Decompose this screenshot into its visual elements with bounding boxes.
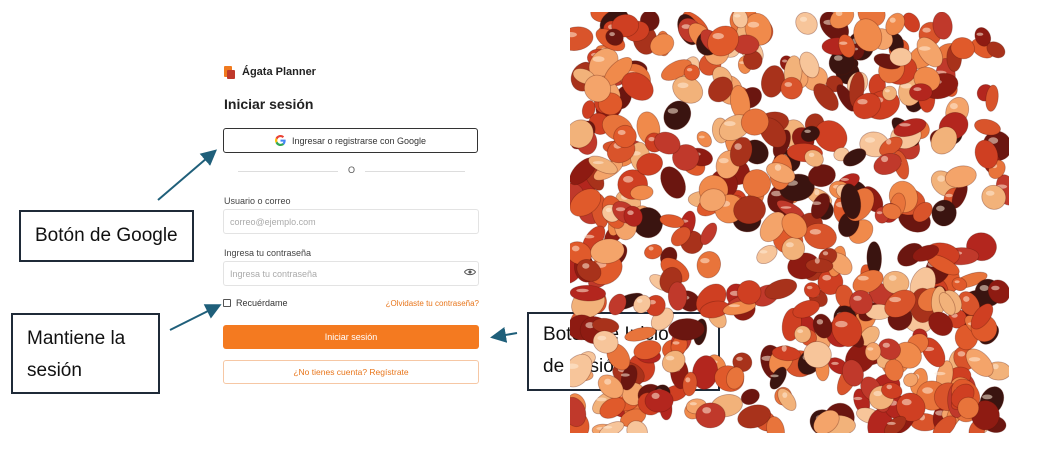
forgot-password-link[interactable]: ¿Olvidaste tu contraseña? <box>386 299 479 308</box>
password-label: Ingresa tu contraseña <box>224 248 312 258</box>
arrow-remember <box>169 304 222 331</box>
agata-logo-icon <box>224 65 235 79</box>
login-button[interactable]: Iniciar sesión <box>223 325 479 349</box>
callout-remember-line2: sesión <box>27 360 82 381</box>
brand: Ágata Planner <box>224 64 316 80</box>
remember-label: Recuérdame <box>236 298 288 308</box>
callout-remember-line1: Mantiene la <box>27 328 126 349</box>
page-title: Iniciar sesión <box>224 96 314 112</box>
eye-icon[interactable] <box>464 268 476 276</box>
agate-stones-image <box>570 12 1009 433</box>
arrow-google <box>157 149 218 201</box>
user-input[interactable] <box>223 209 479 234</box>
register-link-button[interactable]: ¿No tienes cuenta? Regístrate <box>223 360 479 384</box>
brand-name: Ágata Planner <box>242 66 316 78</box>
callout-remember: Mantiene la sesión <box>11 313 160 394</box>
password-input[interactable] <box>223 261 479 286</box>
callout-google: Botón de Google <box>19 210 194 262</box>
divider-label: O <box>347 165 355 175</box>
remember-checkbox[interactable] <box>223 299 231 307</box>
callout-google-text: Botón de Google <box>35 225 178 246</box>
google-icon <box>274 135 286 146</box>
user-label: Usuario o correo <box>224 196 291 206</box>
remember-me[interactable]: Recuérdame <box>223 298 288 308</box>
arrow-login <box>490 327 518 343</box>
google-signin-button[interactable]: Ingresar o registrarse con Google <box>223 128 478 153</box>
divider: O <box>224 165 479 177</box>
google-button-label: Ingresar o registrarse con Google <box>291 135 427 146</box>
